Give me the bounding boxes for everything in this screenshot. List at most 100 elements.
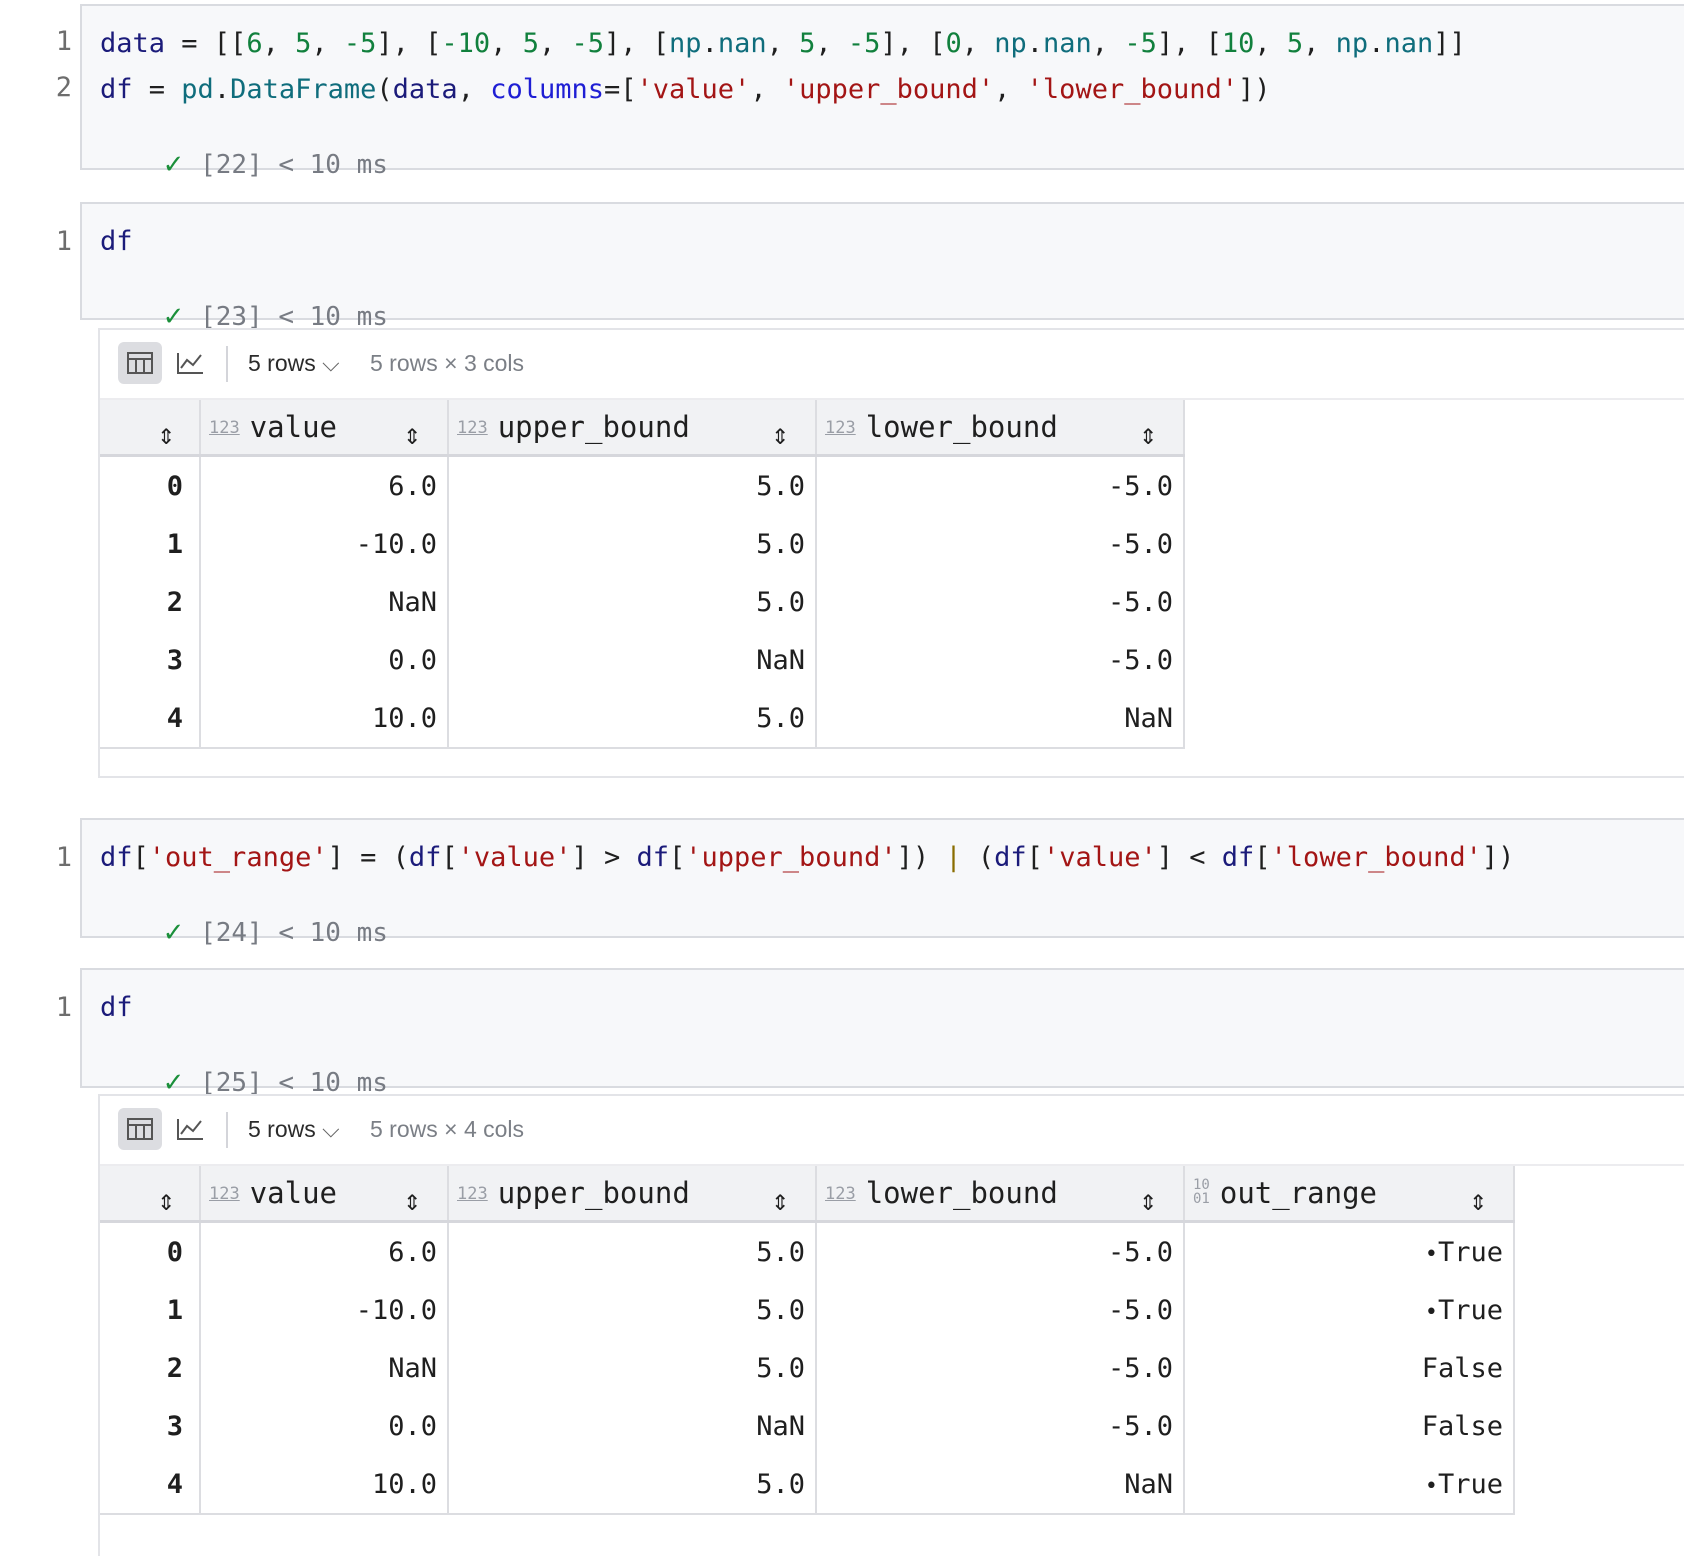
chart-view-button[interactable] [168, 1108, 212, 1150]
cell-upper-bound: 5.0 [448, 573, 817, 631]
code-token: ]) [1481, 842, 1515, 873]
code-token: , [815, 28, 848, 59]
sort-icon[interactable]: ⇕ [772, 1183, 789, 1217]
cell-upper-bound: 5.0 [448, 689, 817, 749]
chevron-down-icon: ⌵ [322, 1116, 340, 1142]
check-icon: ✓ [162, 150, 185, 180]
cell-upper-bound: NaN [448, 1397, 817, 1455]
code-token: df [636, 842, 669, 873]
column-header-lower-bound[interactable]: 123 lower_bound ⇕ [816, 1166, 1185, 1223]
code-token: ]) [896, 842, 946, 873]
row-index: 3 [100, 1397, 201, 1455]
rows-dropdown[interactable]: 5 rows ⌵ [248, 350, 340, 377]
code-cell-3[interactable]: df['out_range'] = (df['value'] > df['upp… [80, 818, 1684, 948]
line-chart-icon [177, 1119, 203, 1140]
output-toolbar: 5 rows ⌵ 5 rows × 4 cols [100, 1096, 1684, 1166]
dataframe-table: ⇕ 123 value ⇕ 123 upper_bound ⇕ 123 lower_bou… [100, 400, 1185, 749]
code-token: df [100, 74, 133, 105]
cell-value: -10.0 [200, 515, 449, 573]
code-token: ], [ [1156, 28, 1222, 59]
numeric-type-icon: 123 [457, 1184, 488, 1204]
code-token: ] > [571, 842, 637, 873]
code-token: 6 [246, 28, 263, 59]
table-row: 4 10.0 5.0 NaN [100, 689, 1185, 749]
column-header-value[interactable]: 123 value ⇕ [200, 400, 449, 457]
cell-upper-bound: 5.0 [448, 1221, 817, 1281]
row-index: 0 [100, 1221, 201, 1281]
sort-icon[interactable]: ⇕ [1140, 417, 1157, 451]
column-header-upper-bound[interactable]: 123 upper_bound ⇕ [448, 1166, 817, 1223]
code-token: pd [181, 74, 214, 105]
execution-status: ✓ [24] < 10 ms [162, 918, 388, 948]
sort-icon[interactable]: ⇕ [158, 1183, 175, 1217]
code-token: 0 [945, 28, 962, 59]
cell-out-range: False [1184, 1397, 1515, 1455]
code-token: 5 [522, 28, 539, 59]
code-token: ], [ [604, 28, 670, 59]
cell-value: 0.0 [200, 631, 449, 689]
cell-value: 6.0 [200, 1221, 449, 1281]
code-token: 'lower_bound' [1270, 842, 1482, 873]
code-token: , [538, 28, 572, 59]
chevron-down-icon: ⌵ [322, 350, 340, 376]
row-index: 4 [100, 689, 201, 749]
true-marker: • [1424, 1241, 1438, 1267]
code-line: df = pd.DataFrame(data, columns=['value'… [100, 74, 1271, 105]
table-view-button[interactable] [118, 1108, 162, 1150]
column-header-value[interactable]: 123 value ⇕ [200, 1166, 449, 1223]
dataframe-output-1: 5 rows ⌵ 5 rows × 3 cols ⇕ 123 value ⇕ 123… [98, 328, 1684, 778]
column-header-out-range[interactable]: 10 01 out_range ⇕ [1184, 1166, 1515, 1223]
line-number: 1 [55, 842, 72, 873]
code-token: ]] [1433, 28, 1466, 59]
column-header-lower-bound[interactable]: 123 lower_bound ⇕ [816, 400, 1185, 457]
table-row: 4 10.0 5.0 NaN •True [100, 1455, 1515, 1515]
sort-icon[interactable]: ⇕ [1140, 1183, 1157, 1217]
code-token: -5 [571, 28, 605, 59]
cell-value: 0.0 [200, 1397, 449, 1455]
cell-lower-bound: -5.0 [816, 1221, 1185, 1281]
line-number: 2 [55, 72, 72, 103]
line-number: 1 [55, 992, 72, 1023]
code-token: [ [441, 842, 458, 873]
code-token: 'value' [1042, 842, 1157, 873]
table-view-button[interactable] [118, 342, 162, 384]
column-header-upper-bound[interactable]: 123 upper_bound ⇕ [448, 400, 817, 457]
cell-lower-bound: -5.0 [816, 1281, 1185, 1339]
cell-lower-bound: -5.0 [816, 631, 1185, 689]
code-token: ] < [1156, 842, 1222, 873]
code-token: 'upper_bound' [685, 842, 897, 873]
index-header[interactable]: ⇕ [100, 400, 201, 457]
code-token: -5 [343, 28, 377, 59]
sort-icon[interactable]: ⇕ [1470, 1183, 1487, 1217]
code-token: np [994, 28, 1027, 59]
sort-icon[interactable]: ⇕ [158, 417, 175, 451]
line-chart-icon [177, 353, 203, 374]
code-cell-4[interactable]: df ✓ [25] < 10 ms [80, 968, 1684, 1098]
rows-dropdown[interactable]: 5 rows ⌵ [248, 1116, 340, 1143]
code-token: | [945, 842, 962, 873]
sort-icon[interactable]: ⇕ [404, 1183, 421, 1217]
cell-lower-bound: NaN [816, 1455, 1185, 1515]
cell-upper-bound: NaN [448, 631, 817, 689]
code-line: data = [[6, 5, -5], [-10, 5, -5], [np.na… [100, 28, 1466, 59]
code-cell-2[interactable]: df ✓ [23] < 10 ms [80, 202, 1684, 332]
code-line: df['out_range'] = (df['value'] > df['upp… [100, 842, 1514, 873]
index-header[interactable]: ⇕ [100, 1166, 201, 1223]
code-token: 5 [295, 28, 312, 59]
true-marker: • [1424, 1473, 1438, 1499]
chart-view-button[interactable] [168, 342, 212, 384]
code-token: ], [ [376, 28, 442, 59]
cell-lower-bound: -5.0 [816, 515, 1185, 573]
boolean-type-icon: 10 01 [1193, 1177, 1210, 1207]
dimensions-label: 5 rows × 3 cols [370, 350, 525, 376]
code-token: = [[ [165, 28, 247, 59]
table-row: 0 6.0 5.0 -5.0 •True [100, 1221, 1515, 1281]
numeric-type-icon: 123 [209, 418, 240, 438]
sort-icon[interactable]: ⇕ [772, 417, 789, 451]
table-row: 0 6.0 5.0 -5.0 [100, 455, 1185, 515]
code-cell-1[interactable]: data = [[6, 5, -5], [-10, 5, -5], [np.na… [80, 4, 1684, 180]
table-row: 2 NaN 5.0 -5.0 [100, 573, 1185, 631]
numeric-type-icon: 123 [209, 1184, 240, 1204]
cell-lower-bound: NaN [816, 689, 1185, 749]
sort-icon[interactable]: ⇕ [404, 417, 421, 451]
